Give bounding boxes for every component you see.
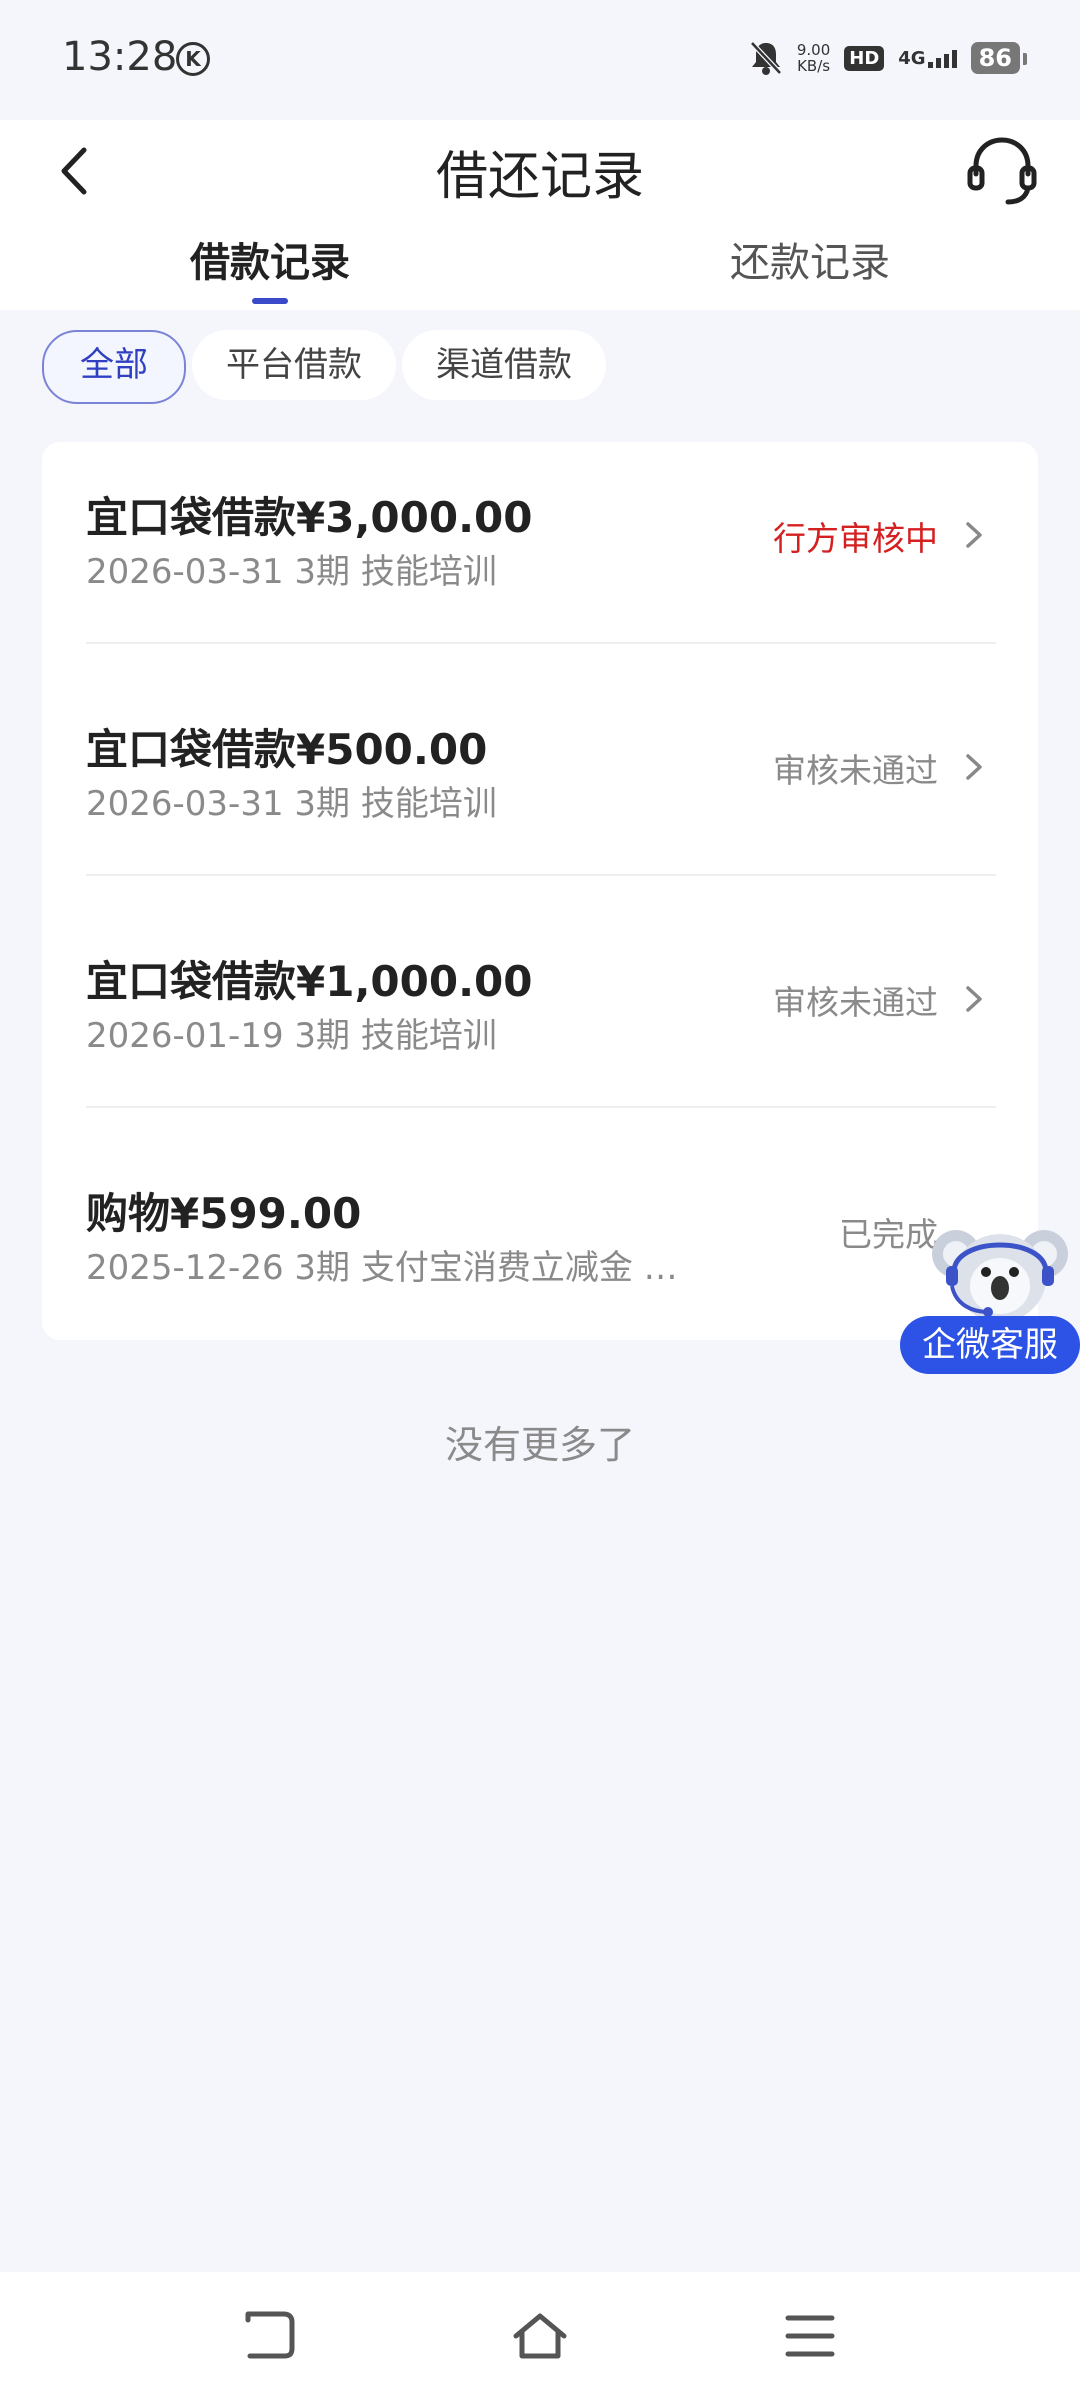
- record-status: 审核未通过: [773, 983, 938, 1022]
- nav-home-icon[interactable]: [510, 2308, 570, 2364]
- record-status: 行方审核中: [773, 519, 938, 558]
- status-time: 13:28: [62, 34, 178, 80]
- nav-menu-icon[interactable]: [780, 2308, 840, 2364]
- status-bar: 13:28 K 9.00 KB/s HD 4G 86: [0, 0, 1080, 120]
- floating-service-widget[interactable]: 企微客服: [900, 1216, 1080, 1376]
- battery-icon: 86: [970, 42, 1028, 74]
- signal-bars-icon: [927, 48, 957, 68]
- record-subtitle: 2026-03-31 3期 技能培训: [86, 784, 497, 824]
- record-status: 审核未通过: [773, 751, 938, 790]
- nav-back-icon[interactable]: [240, 2308, 300, 2364]
- record-subtitle: 2026-01-19 3期 技能培训: [86, 1016, 497, 1056]
- tab-borrow-records[interactable]: 借款记录: [60, 230, 480, 288]
- record-subtitle: 2026-03-31 3期 技能培训: [86, 552, 497, 592]
- filter-channel-loans[interactable]: 渠道借款: [402, 330, 606, 400]
- records-list: 宜口袋借款¥3,000.00 2026-03-31 3期 技能培训 行方审核中 …: [42, 442, 1038, 1340]
- divider: [86, 1106, 996, 1108]
- list-item[interactable]: 购物¥599.00 2025-12-26 3期 支付宝消费立减金 … 已完成: [86, 1138, 996, 1370]
- list-item[interactable]: 宜口袋借款¥3,000.00 2026-03-31 3期 技能培训 行方审核中: [86, 442, 996, 674]
- signal-icon: 4G: [898, 48, 957, 69]
- no-more-text: 没有更多了: [444, 1423, 635, 1467]
- hd-badge: HD: [844, 45, 885, 71]
- network-speed-value: 9.00: [796, 41, 831, 59]
- network-speed: 9.00 KB/s: [797, 42, 830, 74]
- record-title: 购物¥599.00: [86, 1189, 362, 1238]
- divider: [86, 642, 996, 644]
- list-item[interactable]: 宜口袋借款¥1,000.00 2026-01-19 3期 技能培训 审核未通过: [86, 906, 996, 1138]
- service-button[interactable]: 企微客服: [900, 1316, 1080, 1374]
- header: 借还记录 借款记录 还款记录: [0, 120, 1080, 310]
- tab-repay-records[interactable]: 还款记录: [600, 230, 1020, 288]
- divider: [86, 874, 996, 876]
- network-speed-unit: KB/s: [797, 57, 831, 75]
- page-title: 借还记录: [435, 147, 644, 207]
- bell-muted-icon: [750, 41, 782, 75]
- tab-bar: 借款记录 还款记录: [0, 230, 1080, 310]
- chevron-right-icon: [966, 522, 982, 548]
- k-badge-icon: K: [176, 42, 210, 76]
- system-nav-bar: [0, 2272, 1080, 2400]
- chevron-right-icon: [966, 754, 982, 780]
- record-title: 宜口袋借款¥1,000.00: [86, 957, 533, 1006]
- network-type: 4G: [898, 48, 926, 69]
- headset-icon[interactable]: [962, 130, 1042, 210]
- koala-mascot-icon: [932, 1230, 1068, 1322]
- active-tab-indicator: [252, 298, 288, 304]
- filter-platform-loans[interactable]: 平台借款: [192, 330, 396, 400]
- record-subtitle: 2025-12-26 3期 支付宝消费立减金 …: [86, 1248, 678, 1288]
- chevron-right-icon: [966, 986, 982, 1012]
- record-title: 宜口袋借款¥3,000.00: [86, 493, 533, 542]
- filter-chips: 全部 平台借款 渠道借款: [42, 330, 606, 404]
- list-item[interactable]: 宜口袋借款¥500.00 2026-03-31 3期 技能培训 审核未通过: [86, 674, 996, 906]
- status-icons: 9.00 KB/s HD 4G 86: [749, 38, 1028, 78]
- filter-all[interactable]: 全部: [42, 330, 186, 404]
- record-title: 宜口袋借款¥500.00: [86, 725, 488, 774]
